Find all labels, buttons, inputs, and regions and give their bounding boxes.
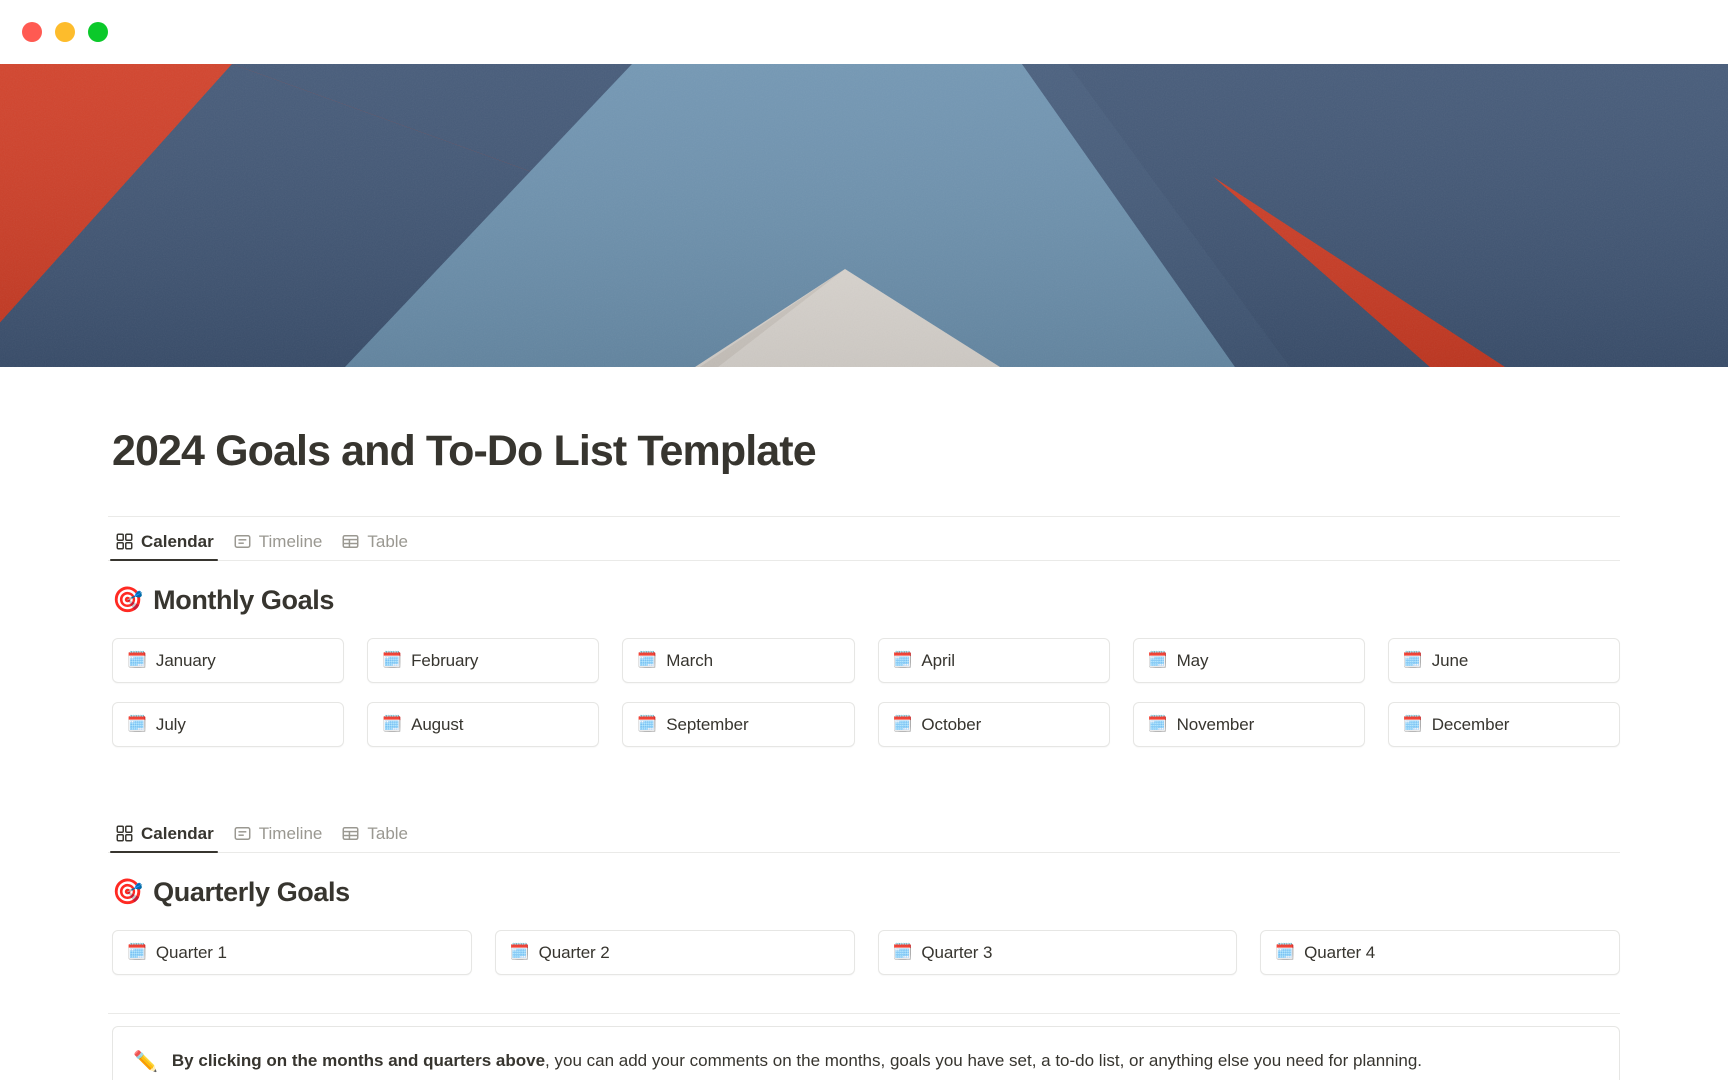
goal-card-quarter-4[interactable]: 🗓️ Quarter 4 xyxy=(1260,930,1620,976)
zoom-window-button[interactable] xyxy=(88,22,108,42)
content-column: 2024 Goals and To-Do List Template Calen… xyxy=(108,367,1620,1080)
quarterly-goals-section: Calendar Timeline Table 🎯 Quarterly Goal… xyxy=(108,809,1620,976)
goal-card-march[interactable]: 🗓️ March xyxy=(622,638,855,684)
goal-card-label: Quarter 4 xyxy=(1304,942,1376,962)
minimize-window-button[interactable] xyxy=(55,22,75,42)
tab-label: Timeline xyxy=(258,532,323,552)
spiral-calendar-icon: 🗓️ xyxy=(637,651,658,669)
goal-card-label: December xyxy=(1431,714,1510,734)
spiral-calendar-icon: 🗓️ xyxy=(127,943,147,961)
goal-card-label: July xyxy=(155,714,186,734)
quarterly-goal-card-grid: 🗓️ Quarter 1 🗓️ Quarter 2 🗓️ Quarter 3 🗓… xyxy=(108,930,1620,976)
goal-card-label: Quarter 2 xyxy=(538,942,610,962)
tab-table-quarterly[interactable]: Table xyxy=(336,825,418,852)
callout-lead: By clicking on the months and quarters a… xyxy=(171,1051,546,1071)
page-body: 2024 Goals and To-Do List Template Calen… xyxy=(0,367,1728,1080)
goal-card-label: November xyxy=(1176,714,1255,734)
calendar-grid-icon xyxy=(116,825,133,842)
goal-card-label: March xyxy=(666,650,713,670)
spiral-calendar-icon: 🗓️ xyxy=(892,943,913,961)
goal-card-november[interactable]: 🗓️ November xyxy=(1132,702,1365,748)
window-title-bar xyxy=(0,0,1728,64)
spiral-calendar-icon: 🗓️ xyxy=(637,715,658,733)
monthly-goal-card-grid: 🗓️ January 🗓️ February 🗓️ March 🗓️ April… xyxy=(108,638,1620,748)
close-window-button[interactable] xyxy=(22,22,42,42)
traffic-light-group xyxy=(22,22,108,42)
goal-card-label: September xyxy=(666,714,749,734)
tab-label: Calendar xyxy=(141,532,214,552)
callout-divider xyxy=(108,1013,1620,1015)
goal-card-july[interactable]: 🗓️ July xyxy=(112,702,345,748)
goal-card-label: August xyxy=(411,714,464,734)
spiral-calendar-icon: 🗓️ xyxy=(1147,715,1168,733)
direct-hit-target-icon: 🎯 xyxy=(112,586,144,615)
section-title: Quarterly Goals xyxy=(153,877,350,908)
goal-card-label: June xyxy=(1431,650,1469,670)
tab-table-monthly[interactable]: Table xyxy=(336,533,418,560)
timeline-icon xyxy=(234,825,251,842)
spiral-calendar-icon: 🗓️ xyxy=(127,651,147,669)
goal-card-august[interactable]: 🗓️ August xyxy=(367,702,600,748)
tab-timeline-quarterly[interactable]: Timeline xyxy=(228,825,333,852)
spiral-calendar-icon: 🗓️ xyxy=(1402,715,1423,733)
spiral-calendar-icon: 🗓️ xyxy=(1402,651,1423,669)
goal-card-june[interactable]: 🗓️ June xyxy=(1387,638,1620,684)
quarterly-goals-heading: 🎯 Quarterly Goals xyxy=(108,877,1620,908)
calendar-grid-icon xyxy=(116,533,133,550)
tab-label: Table xyxy=(367,824,408,844)
goal-card-label: October xyxy=(921,714,982,734)
goal-card-quarter-2[interactable]: 🗓️ Quarter 2 xyxy=(494,930,855,976)
goal-card-label: February xyxy=(411,650,479,670)
monthly-goals-section: Calendar Timeline Table 🎯 Monthly Goals … xyxy=(108,516,1620,748)
section-title: Monthly Goals xyxy=(153,585,334,616)
tab-calendar-monthly[interactable]: Calendar xyxy=(110,532,224,562)
goal-card-label: Quarter 3 xyxy=(921,942,993,962)
table-icon xyxy=(342,825,359,842)
goal-card-label: Quarter 1 xyxy=(155,942,227,962)
spiral-calendar-icon: 🗓️ xyxy=(509,943,530,961)
goal-card-label: May xyxy=(1176,650,1209,670)
quarterly-view-tabs: Calendar Timeline Table xyxy=(108,809,1620,854)
spiral-calendar-icon: 🗓️ xyxy=(892,715,913,733)
spiral-calendar-icon: 🗓️ xyxy=(382,715,403,733)
goal-card-quarter-3[interactable]: 🗓️ Quarter 3 xyxy=(877,930,1238,976)
goal-card-label: April xyxy=(921,650,955,670)
goal-card-january[interactable]: 🗓️ January xyxy=(112,638,345,684)
spiral-calendar-icon: 🗓️ xyxy=(1147,651,1168,669)
page-title: 2024 Goals and To-Do List Template xyxy=(112,427,817,475)
goal-card-quarter-1[interactable]: 🗓️ Quarter 1 xyxy=(112,930,472,976)
goal-card-label: January xyxy=(155,650,216,670)
spiral-calendar-icon: 🗓️ xyxy=(127,715,147,733)
tab-label: Table xyxy=(367,532,408,552)
tab-calendar-quarterly[interactable]: Calendar xyxy=(110,824,224,854)
pencil-icon: ✏️ xyxy=(133,1051,158,1074)
monthly-goals-heading: 🎯 Monthly Goals xyxy=(108,585,1620,616)
goal-card-october[interactable]: 🗓️ October xyxy=(877,702,1110,748)
goal-card-september[interactable]: 🗓️ September xyxy=(622,702,855,748)
table-icon xyxy=(342,533,359,550)
tab-label: Calendar xyxy=(141,824,214,844)
direct-hit-target-icon: 🎯 xyxy=(112,878,144,907)
spiral-calendar-icon: 🗓️ xyxy=(892,651,913,669)
spiral-calendar-icon: 🗓️ xyxy=(382,651,403,669)
tab-timeline-monthly[interactable]: Timeline xyxy=(228,533,333,560)
monthly-view-tabs: Calendar Timeline Table xyxy=(108,517,1620,562)
goal-card-december[interactable]: 🗓️ December xyxy=(1387,702,1620,748)
info-callout: ✏️ By clicking on the months and quarter… xyxy=(112,1026,1620,1080)
goal-card-may[interactable]: 🗓️ May xyxy=(1132,638,1365,684)
goal-card-february[interactable]: 🗓️ February xyxy=(367,638,600,684)
callout-text: By clicking on the months and quarters a… xyxy=(172,1049,1422,1073)
timeline-icon xyxy=(234,533,251,550)
spiral-calendar-icon: 🗓️ xyxy=(1275,943,1296,961)
callout-rest: , you can add your comments on the month… xyxy=(545,1051,1423,1071)
tab-label: Timeline xyxy=(258,824,323,844)
goal-card-april[interactable]: 🗓️ April xyxy=(877,638,1110,684)
cover-image xyxy=(0,64,1728,367)
